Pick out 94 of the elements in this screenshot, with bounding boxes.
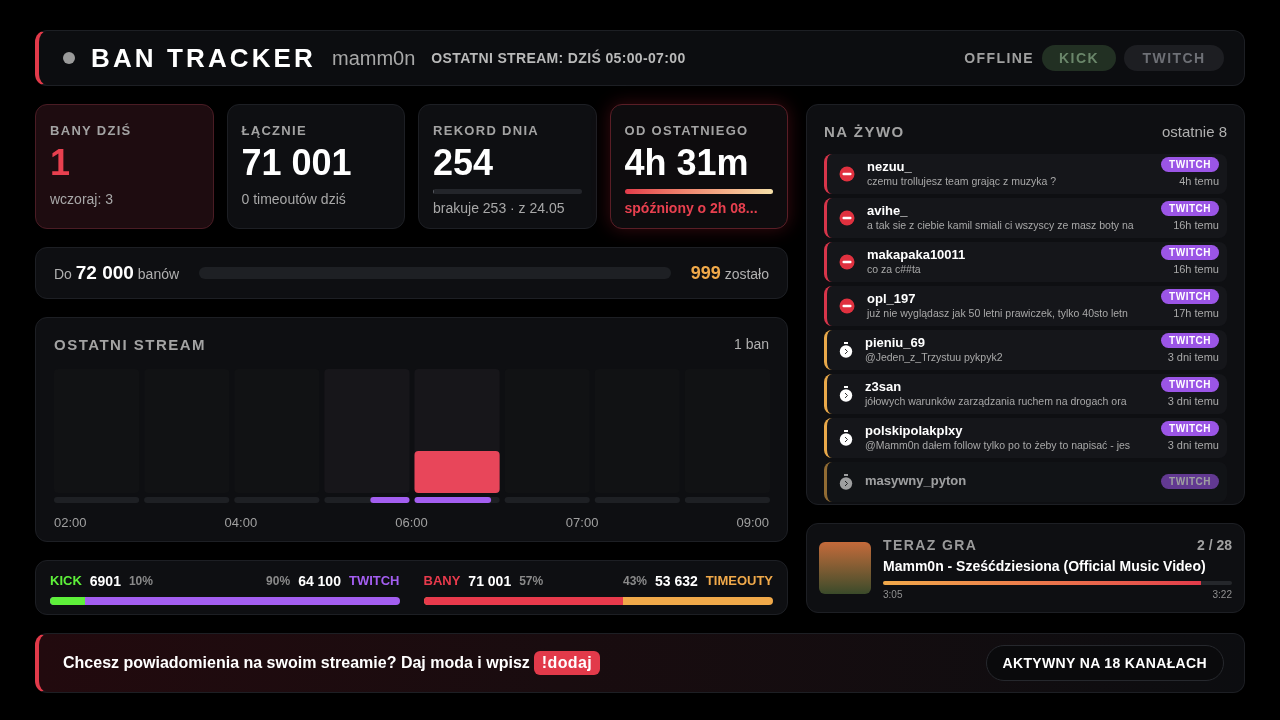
split-right-value: 53 632 — [655, 571, 698, 591]
stat-value: 71 001 — [241, 140, 353, 185]
stopwatch-icon — [839, 473, 853, 490]
now-playing-title: TERAZ GRA — [883, 535, 978, 555]
stat-label: REKORD DNIA — [433, 122, 541, 140]
username: masywny_pyton — [865, 473, 968, 490]
username: nezuu_ — [867, 158, 913, 176]
live-feed-item[interactable]: nezuu_ czemu trollujesz team grając z muzyka ? TWITCH 4h temu — [824, 153, 1227, 194]
no-entry-icon — [839, 253, 855, 270]
stopwatch-icon — [839, 429, 853, 446]
status-label: OFFLINE — [964, 48, 1034, 68]
stat-label: OD OSTATNIEGO — [624, 122, 750, 140]
stopwatch-icon — [839, 341, 853, 358]
split-right-label: TIMEOUTY — [705, 572, 773, 591]
stopwatch-icon — [839, 385, 853, 402]
last-stream-info: OSTATNI STREAM: DZIŚ 05:00-07:00 — [431, 48, 686, 68]
split-left-value: 71 001 — [468, 571, 512, 591]
stat-value: 254 — [433, 140, 495, 185]
split-left-label: BANY — [423, 572, 461, 591]
platform-badge: TWITCH — [1161, 245, 1219, 261]
stat-label: ŁĄCZNIE — [241, 122, 308, 140]
platform-badge: TWITCH — [1161, 377, 1219, 393]
username: avihe_ — [867, 202, 909, 220]
live-feed-item[interactable]: opl_197 już nie wyglądasz jak 50 letni prawiczek, tylko 40sto letn TWITCH 17h temu — [824, 285, 1227, 326]
chat-message: już nie wyglądasz jak 50 letni prawiczek, tylko 40sto letn — [867, 307, 1129, 321]
live-count: ostatnie 8 — [1161, 122, 1227, 142]
username: makapaka10011 — [867, 246, 967, 264]
time-ago: 3 dni temu — [1167, 394, 1219, 410]
platform-badge: TWITCH — [1161, 289, 1219, 305]
no-entry-icon — [839, 209, 855, 226]
chat-message: co za c##ta — [867, 263, 922, 277]
no-entry-icon — [839, 165, 855, 182]
platform-badge: TWITCH — [1161, 157, 1219, 173]
platform-badge: TWITCH — [1161, 474, 1219, 489]
live-title: NA ŻYWO — [824, 122, 905, 142]
stat-subtext: brakuje 253 · z 24.05 — [433, 198, 566, 218]
stat-subtext: spóźniony o 2h 08... — [624, 198, 759, 218]
time-ago: 16h temu — [1173, 218, 1219, 234]
live-feed-item[interactable]: z3san jółowych warunków zarządzania ruchem na drogach ora TWITCH 3 dni temu — [824, 373, 1227, 414]
username: opl_197 — [867, 290, 917, 308]
username: pieniu_69 — [865, 334, 926, 352]
time-ago: 3 dni temu — [1167, 350, 1219, 366]
stat-label: BANY DZIŚ — [50, 122, 133, 140]
stat-subtext: 0 timeoutów dziś — [241, 189, 347, 209]
platform-badge: TWITCH — [1161, 201, 1219, 217]
song-title: Mamm0n - Sześćdziesiona (Official Music Video) — [883, 556, 1207, 576]
chat-message: a tak sie z ciebie kamil smiali ci wszyscy ze masz boty na — [867, 219, 1135, 233]
no-entry-icon — [839, 297, 855, 314]
split-right-percent: 43% — [622, 573, 647, 590]
time-ago: 16h temu — [1173, 262, 1219, 278]
time-label: 04:00 — [224, 513, 258, 532]
split-right-label: TWITCH — [348, 572, 400, 591]
duration-time: 3:22 — [1212, 587, 1232, 602]
time-label: 07:00 — [565, 513, 599, 532]
channel-name: mamm0n — [332, 46, 416, 71]
split-left-label: KICK — [50, 572, 82, 591]
album-cover-placeholder — [819, 542, 871, 594]
track-position: 2 / 28 — [1196, 535, 1232, 555]
stat-subtext: wczoraj: 3 — [50, 189, 115, 209]
split-left-value: 6901 — [89, 571, 121, 591]
footer-message: Chcesz powiadomienia na swoim streamie? Daj moda i wpisz — [63, 653, 530, 673]
username: z3san — [865, 378, 903, 396]
split-left-percent: 10% — [128, 573, 153, 590]
chart-title: OSTATNI STREAM — [54, 335, 207, 355]
live-feed-item[interactable]: avihe_ a tak sie z ciebie kamil smiali ci wszyscy ze masz boty na TWITCH 16h temu — [824, 197, 1227, 238]
elapsed-time: 3:05 — [883, 587, 903, 602]
app-title: BAN TRACKER — [91, 41, 316, 75]
live-feed-item[interactable]: pieniu_69 @Jeden_z_Trzystuu pykpyk2 TWITCH 3 dni temu — [824, 329, 1227, 370]
split-right-percent: 90% — [266, 573, 291, 590]
chat-message: czemu trollujesz team grając z muzyka ? — [867, 175, 1058, 189]
stat-value: 4h 31m — [624, 140, 750, 185]
goal-remaining: 999 zostało — [690, 261, 769, 285]
time-label: 02:00 — [54, 513, 87, 532]
chat-message: jółowych warunków zarządzania ruchem na drogach ora — [865, 395, 1128, 409]
username: polskipolakplxy — [865, 422, 964, 440]
live-feed-item[interactable]: masywny_pyton TWITCH — [824, 461, 1227, 502]
platform-badge: TWITCH — [1161, 333, 1219, 349]
goal-text: Do 72 000 banów — [54, 260, 180, 285]
platform-badge: TWITCH — [1161, 421, 1219, 437]
time-ago: 17h temu — [1173, 306, 1219, 322]
time-label: 06:00 — [395, 513, 428, 532]
live-feed-item[interactable]: polskipolakplxy @Mamm0n dałem follow tylko po to żeby to napisać - jes TWITCH 3 dni temu — [824, 417, 1227, 458]
active-channels-button[interactable]: AKTYWNY NA 18 KANAŁACH — [985, 645, 1224, 681]
chat-message: @Mamm0n dałem follow tylko po to żeby to napisać - jes — [865, 439, 1132, 453]
time-label: 09:00 — [736, 513, 769, 532]
split-right-value: 64 100 — [298, 571, 341, 591]
chat-message: @Jeden_z_Trzystuu pykpyk2 — [865, 351, 1004, 365]
time-ago: 4h temu — [1179, 174, 1219, 190]
live-feed-item[interactable]: makapaka10011 co za c##ta TWITCH 16h temu — [824, 241, 1227, 282]
stat-value: 1 — [50, 140, 72, 185]
split-left-percent: 57% — [519, 573, 544, 590]
command-badge: !dodaj — [533, 651, 601, 675]
time-ago: 3 dni temu — [1167, 438, 1219, 454]
ban-count: 1 ban — [733, 335, 769, 354]
